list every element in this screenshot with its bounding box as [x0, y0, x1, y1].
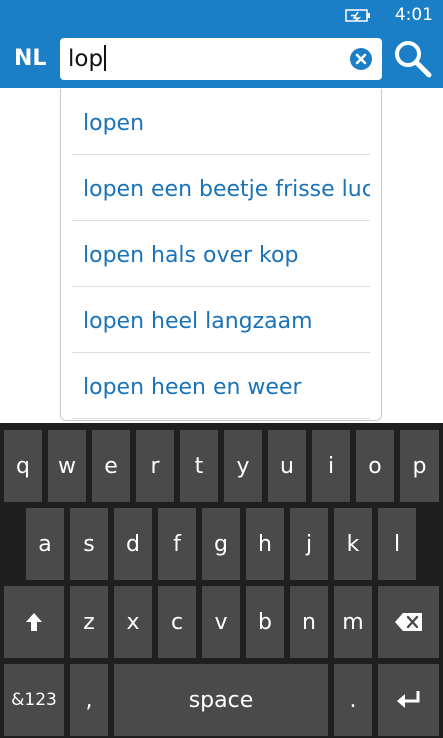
key-d[interactable]: d — [114, 508, 152, 580]
key-b[interactable]: b — [246, 586, 284, 658]
enter-icon — [396, 691, 419, 708]
search-input[interactable]: lop — [60, 38, 382, 80]
key-w[interactable]: w — [48, 430, 86, 502]
shift-icon — [26, 613, 42, 631]
key-z[interactable]: z — [70, 586, 108, 658]
key-k[interactable]: k — [334, 508, 372, 580]
suggestion-item[interactable]: lopen — [72, 89, 370, 155]
suggestion-item[interactable]: lopen heen en weer — [72, 353, 370, 419]
key-h[interactable]: h — [246, 508, 284, 580]
numbers-key[interactable]: &123 — [4, 664, 64, 736]
key-j[interactable]: j — [290, 508, 328, 580]
status-clock: 4:01 — [394, 5, 433, 25]
text-caret — [104, 45, 107, 71]
on-screen-keyboard: q w e r t y u i o p a s d f g h j k l z … — [0, 423, 443, 738]
key-q[interactable]: q — [4, 430, 42, 502]
key-o[interactable]: o — [356, 430, 394, 502]
suggestion-item[interactable]: lopen heel langzaam — [72, 287, 370, 353]
key-p[interactable]: p — [400, 430, 439, 502]
clear-icon[interactable] — [350, 48, 372, 70]
key-u[interactable]: u — [268, 430, 306, 502]
shift-key[interactable] — [4, 586, 64, 658]
key-i[interactable]: i — [312, 430, 350, 502]
key-l[interactable]: l — [378, 508, 416, 580]
key-e[interactable]: e — [92, 430, 130, 502]
search-icon[interactable] — [392, 38, 434, 80]
key-n[interactable]: n — [290, 586, 328, 658]
enter-key[interactable] — [378, 664, 439, 736]
key-t[interactable]: t — [180, 430, 218, 502]
key-s[interactable]: s — [70, 508, 108, 580]
suggestion-item[interactable]: lopen een beetje frisse lucht — [72, 155, 370, 221]
search-input-value: lop — [68, 46, 104, 72]
key-x[interactable]: x — [114, 586, 152, 658]
key-m[interactable]: m — [334, 586, 372, 658]
space-key[interactable]: space — [114, 664, 328, 736]
backspace-icon — [394, 613, 422, 631]
key-f[interactable]: f — [158, 508, 196, 580]
suggestion-list: lopen lopen een beetje frisse lucht lope… — [60, 89, 382, 421]
language-selector[interactable]: NL — [14, 46, 46, 71]
suggestion-item[interactable]: lopen hals over kop — [72, 221, 370, 287]
status-bar: 4:01 — [0, 0, 443, 32]
key-period[interactable]: . — [334, 664, 372, 736]
battery-charging-icon — [345, 9, 370, 22]
key-a[interactable]: a — [26, 508, 64, 580]
backspace-key[interactable] — [378, 586, 439, 658]
key-comma[interactable]: , — [70, 664, 108, 736]
key-r[interactable]: r — [136, 430, 174, 502]
key-g[interactable]: g — [202, 508, 240, 580]
app-header: NL lop — [0, 32, 443, 88]
key-v[interactable]: v — [202, 586, 240, 658]
key-c[interactable]: c — [158, 586, 196, 658]
search-input-text[interactable]: lop — [68, 45, 107, 72]
key-y[interactable]: y — [224, 430, 262, 502]
